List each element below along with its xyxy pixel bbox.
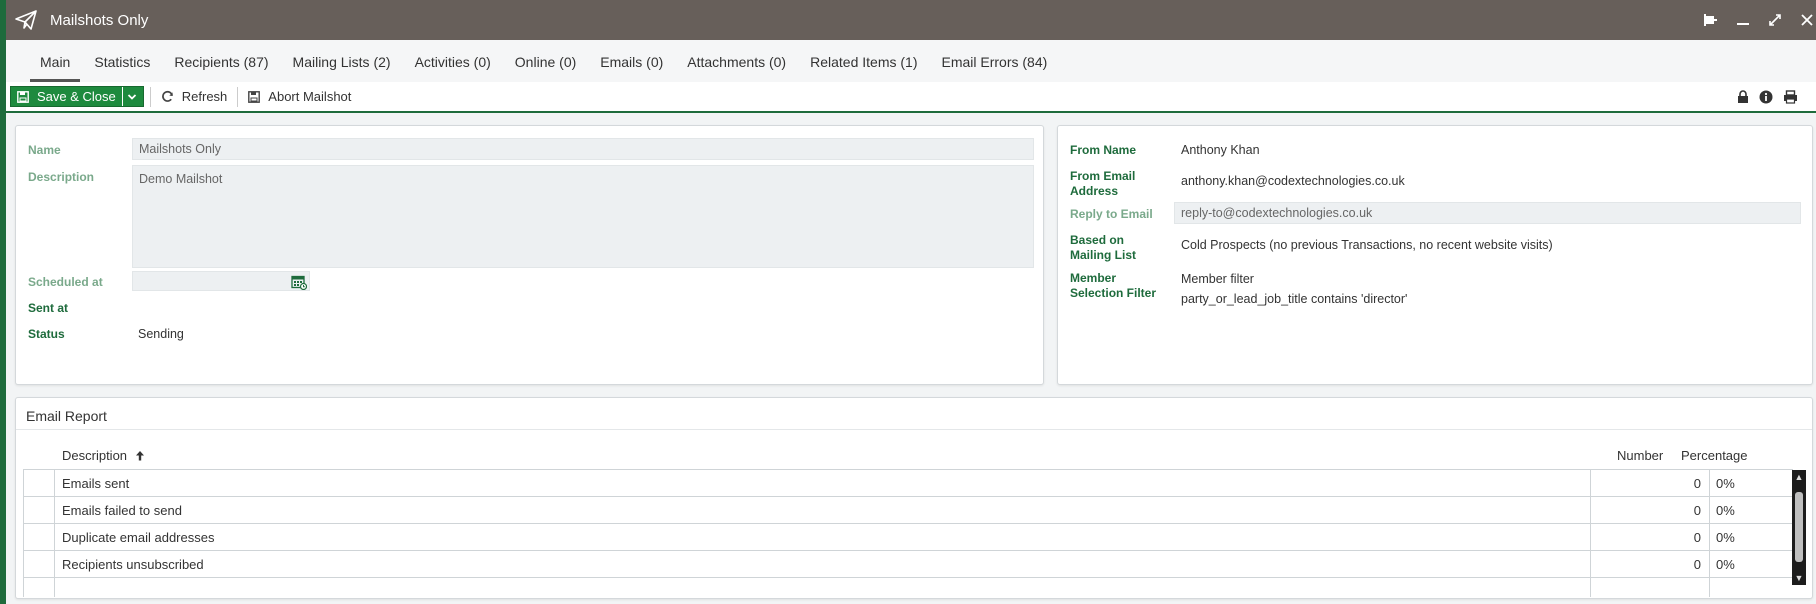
row-selector[interactable] <box>23 551 55 578</box>
window-title: Mailshots Only <box>50 11 149 29</box>
reply-to-field[interactable]: reply-to@codextechnologies.co.uk <box>1174 202 1801 224</box>
from-email-label-line2: Address <box>1070 184 1119 198</box>
toolbar-divider <box>149 86 151 107</box>
abort-mailshot-label: Abort Mailshot <box>268 89 352 104</box>
status-label: Status <box>28 327 65 341</box>
name-label: Name <box>28 143 61 157</box>
tab-mailing-lists[interactable]: Mailing Lists (2) <box>293 40 391 82</box>
column-header-percentage[interactable]: Percentage <box>1681 448 1748 463</box>
save-icon <box>248 90 261 103</box>
tab-main[interactable]: Main <box>30 40 81 82</box>
from-name-label: From Name <box>1070 143 1137 157</box>
scheduled-at-field[interactable] <box>132 271 310 291</box>
print-icon[interactable] <box>1783 89 1798 104</box>
paper-plane-icon <box>14 8 38 32</box>
table-row[interactable]: Emails sent 0 0% <box>23 470 1793 497</box>
member-filter-value: party_or_lead_job_title contains 'direct… <box>1181 292 1408 306</box>
row-percentage: 0% <box>1716 503 1735 518</box>
email-report-grid: Emails sent 0 0% Emails failed to send 0… <box>23 469 1793 597</box>
from-email-value: anthony.khan@codextechnologies.co.uk <box>1181 174 1405 188</box>
lock-icon[interactable] <box>1737 90 1749 103</box>
row-number: 0 <box>1591 551 1710 578</box>
row-number: 0 <box>1591 524 1710 551</box>
report-divider <box>16 429 1812 430</box>
row-selector[interactable] <box>23 470 55 497</box>
description-field[interactable]: Demo Mailshot <box>132 165 1034 268</box>
sort-ascending-icon <box>135 450 145 461</box>
mailshot-details-panel: Name Mailshots Only Description Demo Mai… <box>15 125 1044 385</box>
description-label: Description <box>28 170 95 184</box>
scroll-down-icon[interactable]: ▼ <box>1792 571 1806 585</box>
close-icon[interactable] <box>1798 11 1816 29</box>
row-selector[interactable] <box>23 497 55 524</box>
pin-icon[interactable] <box>1702 11 1720 29</box>
email-report-panel: Email Report Description Number Percenta… <box>15 397 1813 599</box>
tab-online[interactable]: Online (0) <box>515 40 576 82</box>
refresh-label: Refresh <box>181 89 228 104</box>
calendar-icon[interactable] <box>291 274 307 290</box>
from-email-label: From Email <box>1070 169 1136 183</box>
name-field[interactable]: Mailshots Only <box>132 138 1034 160</box>
row-description: Emails failed to send <box>55 497 1591 524</box>
column-header-description[interactable]: Description <box>62 448 145 463</box>
column-header-description-label: Description <box>62 448 128 463</box>
window-titlebar: Mailshots Only <box>6 0 1816 40</box>
abort-mailshot-button[interactable]: Abort Mailshot <box>244 89 355 104</box>
sent-at-label: Sent at <box>28 301 69 315</box>
email-report-title: Email Report <box>26 408 107 424</box>
scrollbar-thumb[interactable] <box>1795 492 1803 562</box>
tab-activities[interactable]: Activities (0) <box>415 40 491 82</box>
table-row[interactable]: Duplicate email addresses 0 0% <box>23 524 1793 551</box>
refresh-button[interactable]: Refresh <box>157 89 232 104</box>
scheduled-at-label: Scheduled at <box>28 275 103 289</box>
row-percentage: 0% <box>1716 557 1735 572</box>
from-name-value: Anthony Khan <box>1181 143 1260 157</box>
table-row-partial[interactable] <box>23 578 1793 597</box>
member-selection-label: Member <box>1070 271 1117 285</box>
row-selector[interactable] <box>23 578 55 597</box>
tab-bar: Main Statistics Recipients (87) Mailing … <box>6 40 1816 82</box>
row-description: Recipients unsubscribed <box>55 551 1591 578</box>
sender-details-panel: From Name Anthony Khan From Email Addres… <box>1057 125 1813 385</box>
row-description: Duplicate email addresses <box>55 524 1591 551</box>
table-row[interactable]: Emails failed to send 0 0% <box>23 497 1793 524</box>
scroll-up-icon[interactable]: ▲ <box>1792 470 1806 484</box>
member-filter-title: Member filter <box>1181 272 1254 286</box>
row-selector[interactable] <box>23 524 55 551</box>
row-description <box>55 578 1591 597</box>
refresh-icon <box>161 90 174 103</box>
tab-recipients[interactable]: Recipients (87) <box>174 40 268 82</box>
tab-email-errors[interactable]: Email Errors (84) <box>941 40 1047 82</box>
toolbar-divider <box>237 86 239 107</box>
table-row[interactable]: Recipients unsubscribed 0 0% <box>23 551 1793 578</box>
row-percentage: 0% <box>1716 476 1735 491</box>
save-close-label: Save & Close <box>37 89 116 104</box>
minimize-icon[interactable] <box>1734 11 1752 29</box>
tab-related-items[interactable]: Related Items (1) <box>810 40 917 82</box>
column-header-number[interactable]: Number <box>1617 448 1663 463</box>
status-value: Sending <box>138 327 184 341</box>
save-close-button[interactable]: Save & Close <box>10 86 144 107</box>
tab-attachments[interactable]: Attachments (0) <box>687 40 786 82</box>
save-icon <box>17 90 29 103</box>
report-scrollbar[interactable]: ▲ ▼ <box>1792 470 1806 585</box>
based-on-label: Based on <box>1070 233 1125 247</box>
toolbar: Save & Close Refresh Abort Mailshot <box>6 82 1816 113</box>
member-selection-label-line2: Selection Filter <box>1070 286 1157 300</box>
based-on-label-line2: Mailing List <box>1070 248 1136 262</box>
row-description: Emails sent <box>55 470 1591 497</box>
reply-to-label: Reply to Email <box>1070 207 1153 221</box>
restore-icon[interactable] <box>1766 11 1784 29</box>
based-on-value: Cold Prospects (no previous Transactions… <box>1181 238 1553 252</box>
row-number: 0 <box>1591 470 1710 497</box>
row-percentage <box>1710 578 1793 597</box>
row-percentage: 0% <box>1716 530 1735 545</box>
info-icon[interactable] <box>1759 90 1773 104</box>
tab-statistics[interactable]: Statistics <box>94 40 150 82</box>
chevron-down-icon[interactable] <box>121 87 137 106</box>
row-number <box>1591 578 1710 597</box>
row-number: 0 <box>1591 497 1710 524</box>
tab-emails[interactable]: Emails (0) <box>600 40 663 82</box>
